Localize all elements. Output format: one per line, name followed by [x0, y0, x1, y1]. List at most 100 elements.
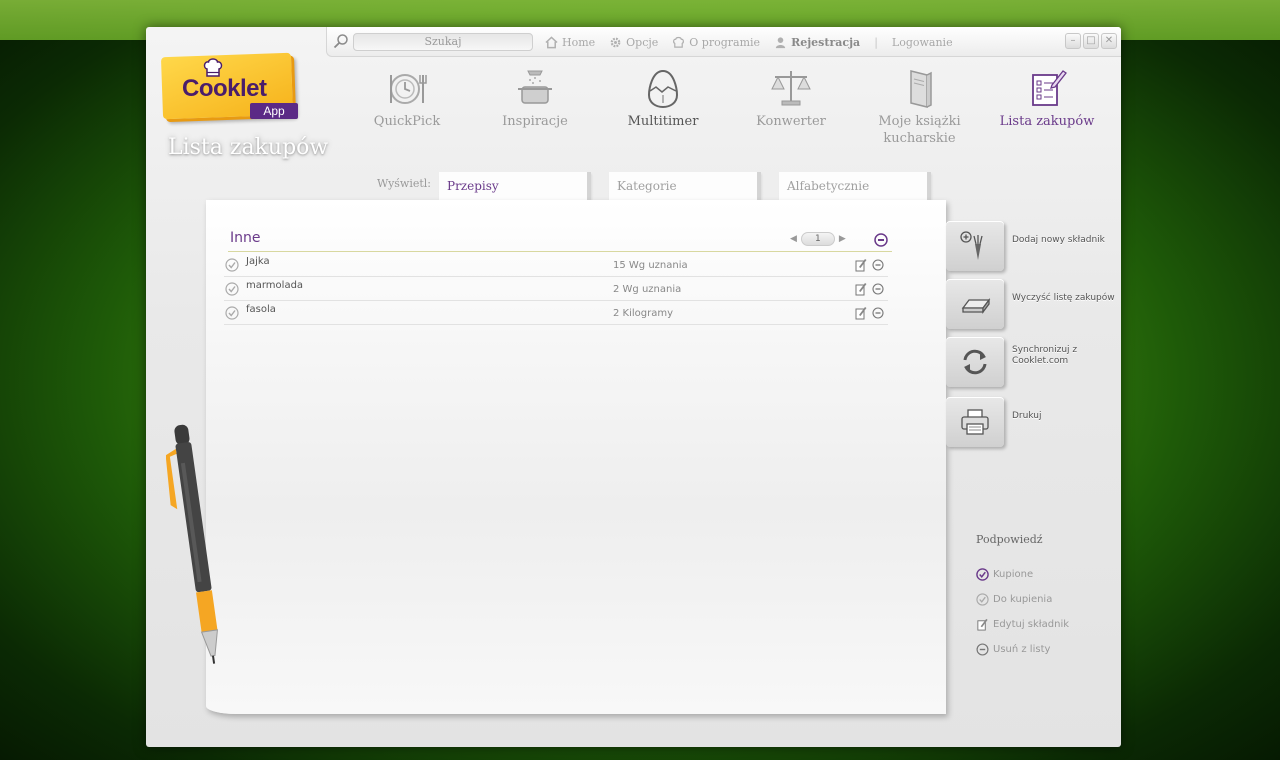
scales-icon [771, 71, 811, 106]
nav-label-inspiracje: Inspiracje [502, 114, 568, 129]
edit-icon[interactable] [855, 258, 867, 272]
legend-edit-label: Edytuj składnik [993, 619, 1070, 630]
legend-item-to-buy: Do kupienia [976, 587, 1116, 612]
clear-list-button[interactable]: Wyczyść listę zakupów [946, 279, 1121, 329]
nav-label-moje-ksiazki: Moje książki kucharskie [878, 114, 961, 146]
about-label: O programie [689, 35, 761, 49]
sync-label: Synchronizuj z Cooklet.com [1012, 345, 1078, 366]
close-button[interactable]: ✕ [1101, 33, 1117, 49]
pager-next-icon[interactable]: ▶ [839, 234, 846, 244]
remove-icon[interactable] [872, 259, 884, 271]
main-nav: QuickPick Inspiracje Multitimer Konwerte… [352, 67, 1112, 157]
sync-box [946, 337, 1004, 387]
item-name: Jajka [246, 256, 270, 267]
options-link[interactable]: Opcje [609, 36, 658, 49]
filter-label: Wyświetl: [377, 177, 432, 190]
chef-hat-icon [673, 36, 685, 48]
item-name: fasola [246, 304, 276, 315]
login-label: Logowanie [891, 35, 953, 49]
tab-alfabetycznie[interactable]: Alfabetycznie [779, 172, 931, 200]
search-input[interactable]: Szukaj [353, 33, 533, 51]
list-item: fasola 2 Kilogramy [224, 301, 888, 325]
add-item-box [946, 221, 1004, 271]
legend-remove-label: Usuń z listy [993, 644, 1051, 655]
sync-button[interactable]: Synchronizuj z Cooklet.com [946, 337, 1121, 387]
remove-group-icon[interactable] [874, 233, 888, 247]
pager: ◀ 1 ▶ [790, 232, 846, 246]
link-separator: | [874, 35, 878, 49]
search-icon[interactable] [333, 33, 349, 49]
add-ingredient-icon [960, 231, 983, 260]
check-icon[interactable] [225, 282, 239, 296]
register-link[interactable]: Rejestracja [774, 36, 860, 49]
legend-item-edit: Edytuj składnik [976, 612, 1116, 637]
user-icon [775, 36, 786, 48]
legend-item-bought: Kupione [976, 562, 1116, 587]
about-link[interactable]: O programie [672, 36, 760, 49]
pen-decoration [166, 424, 218, 664]
legend-bought-label: Kupione [993, 569, 1034, 580]
tab-kategorie[interactable]: Kategorie [609, 172, 761, 200]
logo-text: Cooklet [182, 75, 267, 102]
printer-icon [961, 409, 989, 435]
pager-prev-icon[interactable]: ◀ [790, 234, 797, 244]
remove-icon[interactable] [872, 307, 884, 319]
tab-przepisy[interactable]: Przepisy [439, 172, 591, 200]
page-title: Lista zakupów [168, 135, 329, 160]
nav-item-lista-zakupow[interactable]: Lista zakupów [992, 67, 1102, 130]
clock-plate-icon [390, 74, 427, 104]
check-icon[interactable] [225, 306, 239, 320]
eraser-icon [961, 298, 991, 314]
pot-icon [518, 70, 552, 104]
group-title: Inne [230, 230, 261, 246]
list-item: Jajka 15 Wg uznania [224, 253, 888, 277]
clear-list-box [946, 279, 1004, 329]
top-links: Home Opcje O programie Rejestracja | Log… [545, 27, 953, 57]
add-item-label: Dodaj nowy składnik [1012, 235, 1105, 245]
gear-icon [610, 37, 621, 47]
minimize-button[interactable]: – [1065, 33, 1081, 49]
pager-page-number: 1 [800, 232, 835, 246]
remove-icon[interactable] [872, 283, 884, 295]
maximize-button[interactable]: □ [1083, 33, 1099, 49]
print-label: Drukuj [1012, 411, 1042, 421]
add-item-button[interactable]: Dodaj nowy składnik [946, 221, 1121, 271]
nav-item-multitimer[interactable]: Multitimer [608, 67, 718, 130]
nav-item-inspiracje[interactable]: Inspiracje [480, 67, 590, 130]
egg-timer-icon [647, 69, 679, 109]
nav-item-konwerter[interactable]: Konwerter [736, 67, 846, 130]
nav-label-lista-zakupow: Lista zakupów [999, 114, 1095, 129]
nav-item-quickpick[interactable]: QuickPick [352, 67, 462, 130]
list-item: marmolada 2 Wg uznania [224, 277, 888, 301]
options-label: Opcje [626, 35, 659, 49]
legend-title: Podpowiedź [976, 533, 1043, 546]
nav-label-multitimer: Multitimer [627, 114, 699, 129]
check-icon[interactable] [225, 258, 239, 272]
item-quantity: 2 Wg uznania [613, 284, 682, 295]
book-icon [909, 70, 932, 108]
edit-icon[interactable] [855, 282, 867, 296]
edit-icon[interactable] [855, 306, 867, 320]
register-label: Rejestracja [791, 35, 861, 49]
hint-legend: Podpowiedź Kupione Do kupienia Edytuj sk… [976, 533, 1116, 662]
logo-app-badge: App [250, 103, 298, 119]
item-quantity: 2 Kilogramy [613, 308, 674, 319]
print-button[interactable]: Drukuj [946, 397, 1121, 447]
legend-edit-icon [977, 618, 988, 631]
nav-label-quickpick: QuickPick [373, 114, 441, 129]
sync-icon [963, 349, 987, 375]
home-link[interactable]: Home [545, 36, 595, 49]
shopping-list-paper: Inne ◀ 1 ▶ Jajka 15 Wg uznania marmolada… [206, 200, 946, 714]
legend-remove-icon [976, 643, 989, 656]
item-quantity: 15 Wg uznania [613, 260, 688, 271]
nav-item-moje-ksiazki[interactable]: Moje książki kucharskie [857, 67, 982, 147]
clear-list-label: Wyczyść listę zakupów [1012, 293, 1115, 303]
checklist-icon [1032, 70, 1067, 106]
home-icon [545, 35, 558, 48]
print-box [946, 397, 1004, 447]
cooklet-logo[interactable]: Cooklet App [160, 45, 300, 123]
login-link[interactable]: Logowanie [892, 36, 953, 49]
legend-item-remove: Usuń z listy [976, 637, 1116, 662]
item-rows: Jajka 15 Wg uznania marmolada 2 Wg uznan… [224, 253, 888, 325]
top-bar: Szukaj Home Opcje O programie Rejestracj… [326, 27, 1121, 57]
